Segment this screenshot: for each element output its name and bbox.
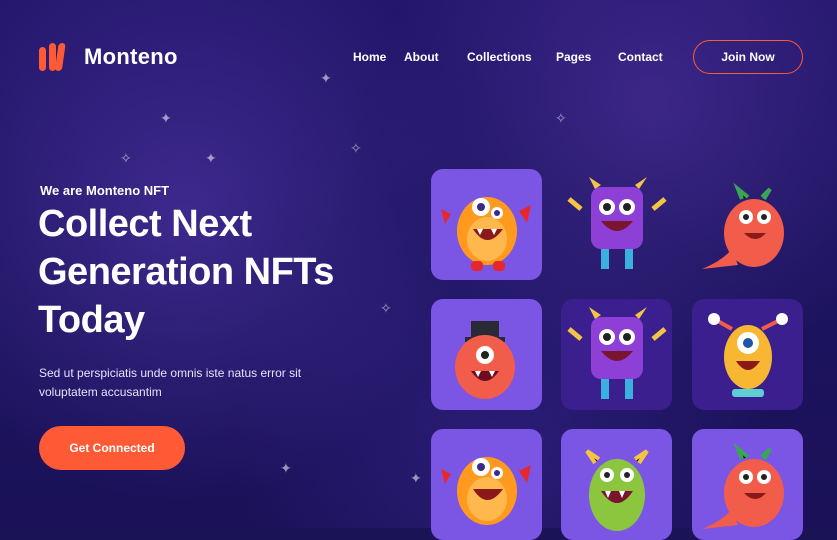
nav-contact[interactable]: Contact [618, 50, 663, 64]
nav-collections[interactable]: Collections [467, 50, 532, 64]
yellow-cyclops-monster-icon [692, 299, 803, 410]
join-now-button[interactable]: Join Now [693, 40, 803, 74]
sparkle-icon: ✦ [280, 460, 292, 476]
sparkle-icon: ✧ [555, 110, 567, 126]
orange-monster-icon [441, 197, 531, 271]
orange-monster-icon [441, 457, 531, 525]
hero-description: Sed ut perspiciatis unde omnis iste natu… [39, 366, 302, 399]
nft-tile[interactable] [692, 169, 803, 280]
sparkle-icon: ✦ [205, 150, 217, 166]
nft-tile[interactable] [431, 169, 542, 280]
nft-tile[interactable] [431, 429, 542, 540]
headline-line: Generation NFTs [38, 251, 334, 293]
sparkle-icon: ✧ [350, 140, 362, 156]
nav-home[interactable]: Home [353, 50, 386, 64]
brand-name: Monteno [84, 44, 178, 69]
nft-tile[interactable] [692, 429, 803, 540]
sparkle-icon: ✧ [380, 300, 392, 316]
red-dino-monster-icon [702, 182, 784, 269]
purple-monster-icon [567, 177, 667, 269]
nft-tile[interactable] [561, 429, 672, 540]
nft-tile[interactable] [561, 299, 672, 410]
monteno-logo-icon [39, 43, 66, 71]
green-monster-icon [585, 449, 649, 531]
headline-line: Collect Next [38, 203, 252, 245]
hero-eyebrow: We are Monteno NFT [40, 183, 170, 198]
sparkle-icon: ✧ [120, 150, 132, 166]
hero-headline: Collect Next Generation NFTs Today [38, 200, 378, 344]
purple-monster-icon [561, 299, 672, 410]
sparkle-icon: ✦ [410, 470, 422, 486]
nav-about[interactable]: About [404, 50, 439, 64]
sparkle-icon: ✦ [160, 110, 172, 126]
brand-logo[interactable]: Monteno [38, 41, 178, 73]
get-connected-button[interactable]: Get Connected [39, 426, 185, 470]
nft-tile[interactable] [431, 299, 542, 410]
nav-pages[interactable]: Pages [556, 50, 591, 64]
red-hat-monster-icon [455, 321, 515, 399]
nft-tile[interactable] [692, 299, 803, 410]
site-header: Monteno Home About Collections Pages Con… [38, 40, 803, 74]
red-dino-monster-icon [702, 442, 784, 529]
nft-tile[interactable] [561, 169, 672, 280]
headline-line: Today [38, 299, 145, 341]
